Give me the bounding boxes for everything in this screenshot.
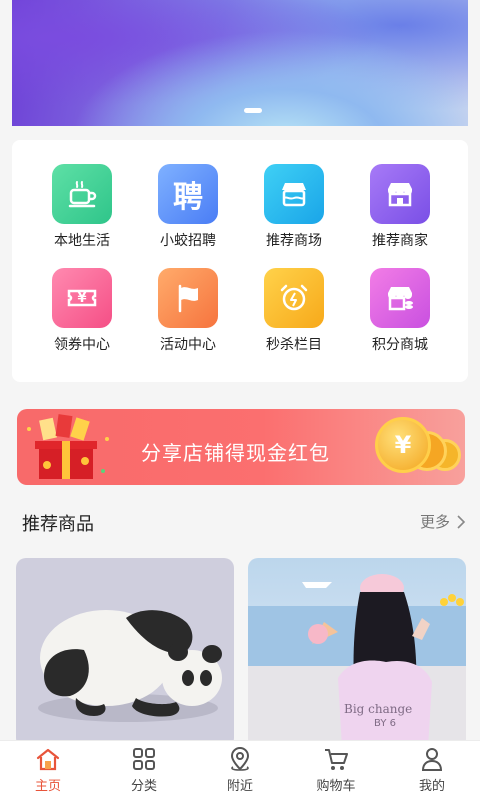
grid-item-coupon[interactable]: ¥ 领券中心: [32, 268, 132, 354]
promo-text: 分享店铺得现金红包: [141, 441, 330, 465]
grid-item-recruit[interactable]: 聘 小蛟招聘: [138, 164, 238, 250]
promo-banner[interactable]: 分享店铺得现金红包 ¥: [17, 409, 465, 485]
grid-item-mall[interactable]: 推荐商场: [244, 164, 344, 250]
home-icon: [36, 748, 60, 771]
tab-label: 分类: [130, 779, 157, 794]
more-label: 更多: [419, 513, 450, 531]
panda-image: [38, 610, 222, 722]
coin-glyph: ¥: [394, 431, 412, 459]
coupon-icon: ¥: [52, 268, 112, 328]
grid-item-points-mall[interactable]: 积分商城: [350, 268, 450, 354]
banner-carousel[interactable]: [12, 0, 468, 126]
recommend-header: 推荐商品 更多: [22, 508, 466, 536]
grid-item-local-life[interactable]: 本地生活: [32, 164, 132, 250]
coupon-glyph: ¥: [77, 290, 87, 306]
tab-cart[interactable]: 购物车: [288, 745, 384, 795]
gift-box-icon: [27, 414, 109, 479]
shirt-text-2: BY 6: [374, 718, 396, 729]
hire-icon: 聘: [158, 164, 218, 224]
grid-item-merchant[interactable]: 推荐商家: [350, 164, 450, 250]
grid-label: 推荐商家: [372, 233, 428, 249]
tab-label: 附近: [226, 779, 253, 794]
tab-nearby[interactable]: 附近: [192, 745, 288, 795]
tab-home[interactable]: 主页: [0, 745, 96, 795]
hire-glyph: 聘: [173, 180, 203, 215]
tab-category[interactable]: 分类: [96, 745, 192, 795]
flag-icon: [158, 268, 218, 328]
chevron-right-icon: [457, 514, 466, 529]
section-title: 推荐商品: [22, 514, 94, 535]
grid-item-flash-sale[interactable]: 秒杀栏目: [244, 268, 344, 354]
grid-label: 小蛟招聘: [160, 233, 216, 249]
grid-label: 秒杀栏目: [266, 337, 322, 353]
points-shop-icon: [370, 268, 430, 328]
alarm-clock-icon: [264, 268, 324, 328]
coffee-cup-icon: [52, 164, 112, 224]
location-pin-icon: [230, 747, 250, 771]
more-button[interactable]: 更多: [420, 511, 466, 532]
grid-label: 积分商城: [372, 337, 428, 353]
carousel-indicator: [244, 108, 262, 113]
user-icon: [421, 748, 443, 771]
product-card[interactable]: [16, 558, 234, 748]
grid-icon: [133, 748, 155, 770]
grid-item-activity[interactable]: 活动中心: [138, 268, 238, 354]
grid-label: 活动中心: [160, 337, 216, 353]
tab-label: 主页: [34, 779, 61, 794]
shirt-text: Big change: [344, 702, 413, 716]
grid-label: 推荐商场: [266, 233, 322, 249]
cart-icon: [325, 749, 348, 770]
tab-label: 购物车: [316, 779, 356, 794]
bottom-tab-bar: 主页 分类 附近 购物车 我的: [0, 740, 480, 800]
grid-label: 领券中心: [54, 337, 110, 353]
product-card[interactable]: Big change BY 6: [248, 558, 466, 748]
tab-profile[interactable]: 我的: [384, 745, 480, 795]
grid-label: 本地生活: [54, 233, 110, 249]
shop-icon: [370, 164, 430, 224]
category-grid: 本地生活 聘 小蛟招聘 推荐商场 推荐商家 ¥ 领券中心 活动中心 秒杀栏目 积…: [12, 140, 468, 382]
girl-illustration-image: [248, 574, 466, 748]
mall-icon: [264, 164, 324, 224]
tab-label: 我的: [418, 779, 445, 794]
